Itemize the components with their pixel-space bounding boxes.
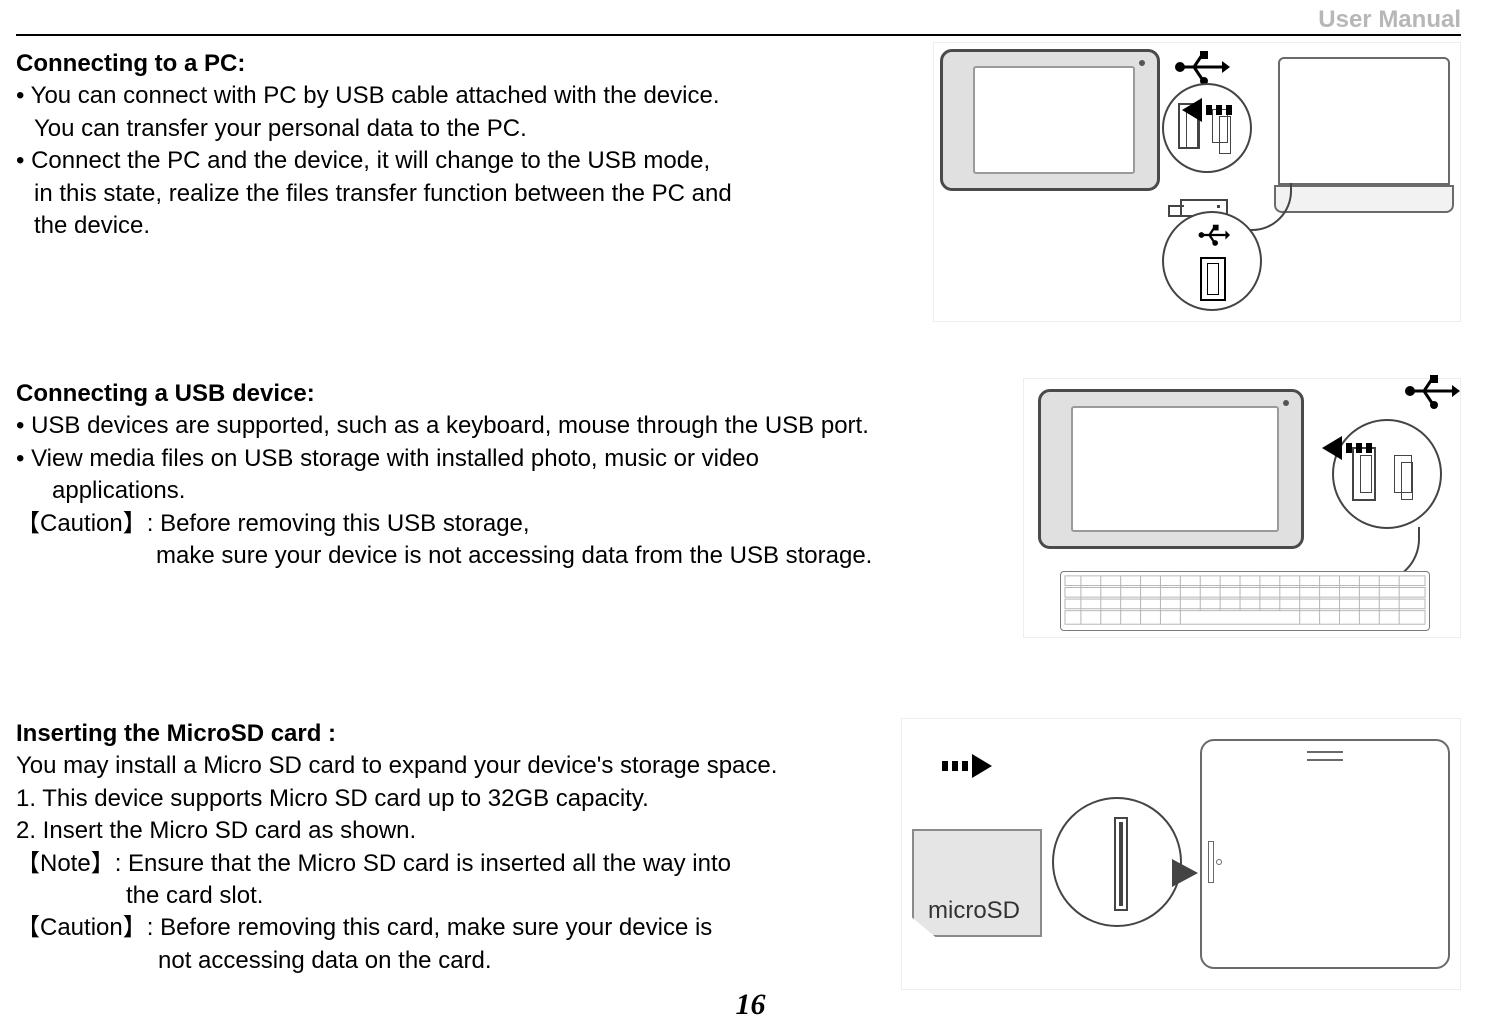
section-title: Connecting to a PC: [16,50,245,77]
callout-sd-slot [1052,797,1182,927]
figure-connect-pc [933,42,1461,322]
microsd-label: microSD [928,897,1020,925]
body-text: : Ensure that the Micro SD card is inser… [115,850,731,877]
body-text: : Before removing this USB storage, [147,510,530,537]
figure-connect-usb [1023,378,1461,638]
body-text: : Before removing this card, make sure y… [147,914,713,941]
section-connect-pc: Connecting to a PC: • You can connect wi… [16,48,1461,338]
callout-usb-port [1162,211,1262,311]
note-label: 【Note】 [16,850,115,877]
arrow-icon [942,755,1002,777]
figure-microsd: microSD [901,718,1461,990]
caution-label: 【Caution】 [16,510,147,537]
section-microsd: Inserting the MicroSD card : You may ins… [16,718,1461,1008]
caution-label: 【Caution】 [16,914,147,941]
page-number: 16 [736,988,766,1022]
section-connect-usb: Connecting a USB device: • USB devices a… [16,378,1461,678]
section-title: Inserting the MicroSD card : [16,720,336,747]
usb-icon [1404,371,1460,411]
microsd-card: microSD [912,829,1042,937]
content: Connecting to a PC: • You can connect wi… [16,48,1461,986]
arrow-icon [1312,437,1372,459]
arrow-icon [1172,99,1232,121]
header-rule [16,34,1461,36]
section-title: Connecting a USB device: [16,380,315,407]
keyboard-illustration [1060,571,1430,631]
usb-icon [1174,47,1230,87]
callout-port [1162,83,1252,173]
device-side-view [1200,739,1450,969]
callout-port [1332,419,1442,529]
header-label: User Manual [1318,6,1461,34]
